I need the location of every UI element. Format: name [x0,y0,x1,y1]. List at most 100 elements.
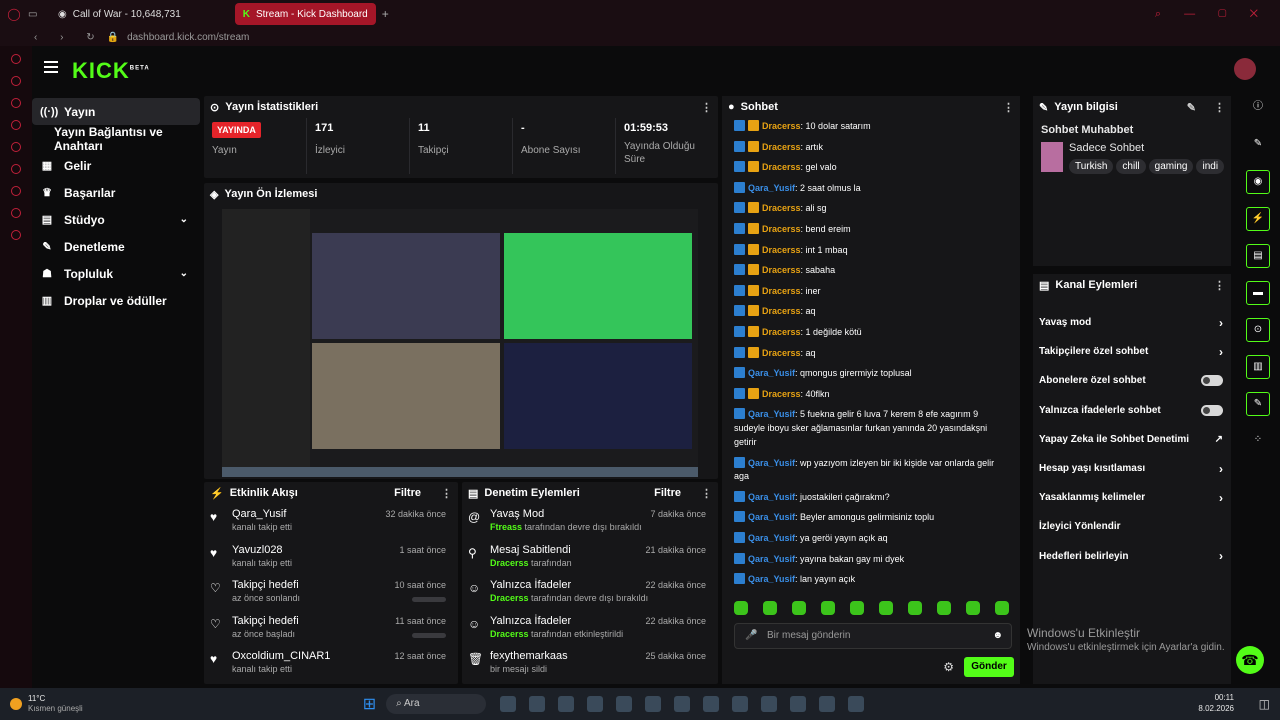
edit-icon[interactable]: ✎ [1187,101,1196,114]
more-icon[interactable]: ⋮ [441,487,452,500]
camera-icon[interactable]: ◉ [1246,170,1270,194]
emoji-icon[interactable]: ☻ [992,624,1003,648]
more-icon[interactable]: ⋮ [1214,101,1225,114]
chat-username[interactable]: Qara_Yusif [748,574,795,584]
tab-kick-dashboard[interactable]: K Stream - Kick Dashboard [234,3,376,25]
add-widget-icon[interactable]: ⁘ [1246,429,1270,453]
new-tab-icon[interactable]: + [382,7,389,21]
chat-username[interactable]: Dracerss [762,389,801,399]
app-icon[interactable] [732,696,749,712]
emote-icon[interactable] [908,601,922,615]
filter-button[interactable]: Filtre [394,487,421,499]
chat-username[interactable]: Qara_Yusif [748,183,795,193]
chat-username[interactable]: Qara_Yusif [748,512,795,522]
emote-icon[interactable] [821,601,835,615]
kick-logo[interactable]: KICKBETA [72,58,150,84]
app-icon[interactable] [616,696,633,712]
chat-username[interactable]: Dracerss [762,203,801,213]
emote-icon[interactable] [734,601,748,615]
sidebar-app-icon[interactable] [11,208,21,218]
chat-username[interactable]: Dracerss [762,142,801,152]
info-icon[interactable]: ⓘ [1246,96,1270,120]
account-age-action[interactable]: Hesap yaşı kısıtlaması › [1033,454,1231,483]
chat-username[interactable]: Qara_Yusif [748,409,795,419]
chat-username[interactable]: Qara_Yusif [748,458,795,468]
app-icon[interactable] [529,696,546,712]
banned-words-action[interactable]: Yasaklanmış kelimeler › [1033,483,1231,512]
nav-item-stream-key[interactable]: Yayın Bağlantısı ve Anahtarı [32,125,200,153]
more-icon[interactable]: ⋮ [701,487,712,500]
sidebar-app-icon[interactable] [11,98,21,108]
chat-username[interactable]: Dracerss [762,265,801,275]
chat-username[interactable]: Dracerss [762,327,801,337]
taskbar-search[interactable]: ⌕ Ara [386,694,487,714]
chat-username[interactable]: Qara_Yusif [748,368,795,378]
ai-moderation-action[interactable]: Yapay Zeka ile Sohbet Denetimi ↗ [1033,425,1231,454]
followers-only-action[interactable]: Takipçilere özel sohbet › [1033,337,1231,366]
nav-item-revenue[interactable]: ▦ Gelir [32,152,200,179]
chat-username[interactable]: Qara_Yusif [748,492,795,502]
tag[interactable]: indi [1196,159,1225,174]
chat-username[interactable]: Dracerss [762,286,801,296]
tag[interactable]: Turkish [1069,159,1114,174]
filter-button[interactable]: Filtre [654,487,681,499]
emote-icon[interactable] [995,601,1009,615]
address-bar[interactable]: ‹ › ↻ 🔒 dashboard.kick.com/stream [0,28,1280,46]
chat-username[interactable]: Dracerss [762,121,801,131]
tab-menu-icon[interactable]: ▭ [28,9,50,20]
taskbar-clock[interactable]: 00:11 8.02.2026 [1198,692,1234,714]
chat-username[interactable]: Dracerss [762,245,801,255]
app-icon[interactable] [848,696,865,712]
window-controls[interactable]: ⌕ — ▢ ✕ [1155,8,1268,21]
support-chat-icon[interactable]: ☎ [1236,646,1264,674]
nav-item-stream[interactable]: ((·)) Yayın [32,98,200,125]
gear-icon[interactable]: ⚙ [943,660,954,674]
emote-icon[interactable] [937,601,951,615]
app-icon[interactable] [674,696,691,712]
document-icon[interactable]: ▤ [1246,244,1270,268]
bolt-icon[interactable]: ⚡ [1246,207,1270,231]
broadcast-icon[interactable]: ⊙ [1246,318,1270,342]
goals-action[interactable]: Hedefleri belirleyin › [1033,542,1231,571]
slow-mode-action[interactable]: Yavaş mod › [1033,308,1231,337]
chat-username[interactable]: Qara_Yusif [748,533,795,543]
sidebar-app-icon[interactable] [11,186,21,196]
app-icon[interactable] [761,696,778,712]
app-icon[interactable] [500,696,517,712]
nav-item-studio[interactable]: ▤ Stüdyo ⌄ [32,206,200,233]
emote-icon[interactable] [792,601,806,615]
app-icon[interactable] [819,696,836,712]
category-name[interactable]: Sadece Sohbet [1069,142,1223,154]
chat-icon[interactable]: ▬ [1246,281,1270,305]
stream-preview-video[interactable] [222,209,698,477]
app-icon[interactable] [645,696,662,712]
emote-icon[interactable] [879,601,893,615]
nav-item-community[interactable]: ☗ Topluluk ⌄ [32,260,200,287]
app-icon[interactable] [587,696,604,712]
sidebar-app-icon[interactable] [11,142,21,152]
avatar[interactable] [1234,58,1256,80]
raid-action[interactable]: İzleyici Yönlendir [1033,512,1231,541]
wrench-icon[interactable]: ✎ [1246,392,1270,416]
nav-item-achievements[interactable]: ♛ Başarılar [32,179,200,206]
send-button[interactable]: Gönder [964,657,1014,677]
sidebar-app-icon[interactable] [11,120,21,130]
chat-username[interactable]: Dracerss [762,306,801,316]
tab-call-of-war[interactable]: ◉ Call of War - 10,648,731 [50,3,189,25]
opera-icon[interactable]: ◯ [0,7,28,21]
nav-item-drops[interactable]: ▥ Droplar ve ödüller [32,287,200,314]
app-icon[interactable] [703,696,720,712]
notifications-icon[interactable]: ◫ [1259,697,1270,711]
emote-icon[interactable] [966,601,980,615]
nav-arrows-icon[interactable]: ‹ › ↻ [34,32,105,43]
emotes-only-toggle[interactable] [1201,404,1223,416]
menu-icon[interactable] [44,61,58,73]
sidebar-app-icon[interactable] [11,54,21,64]
sidebar-app-icon[interactable] [11,230,21,240]
sidebar-app-icon[interactable] [11,164,21,174]
chat-username[interactable]: Dracerss [762,348,801,358]
weather-widget[interactable]: 11°C Kısmen güneşli [28,694,83,714]
emote-icon[interactable] [763,601,777,615]
windows-start-icon[interactable]: ⊞ [363,694,376,714]
chat-input[interactable]: 🎤 Bir mesaj gönderin ☻ [734,623,1012,649]
